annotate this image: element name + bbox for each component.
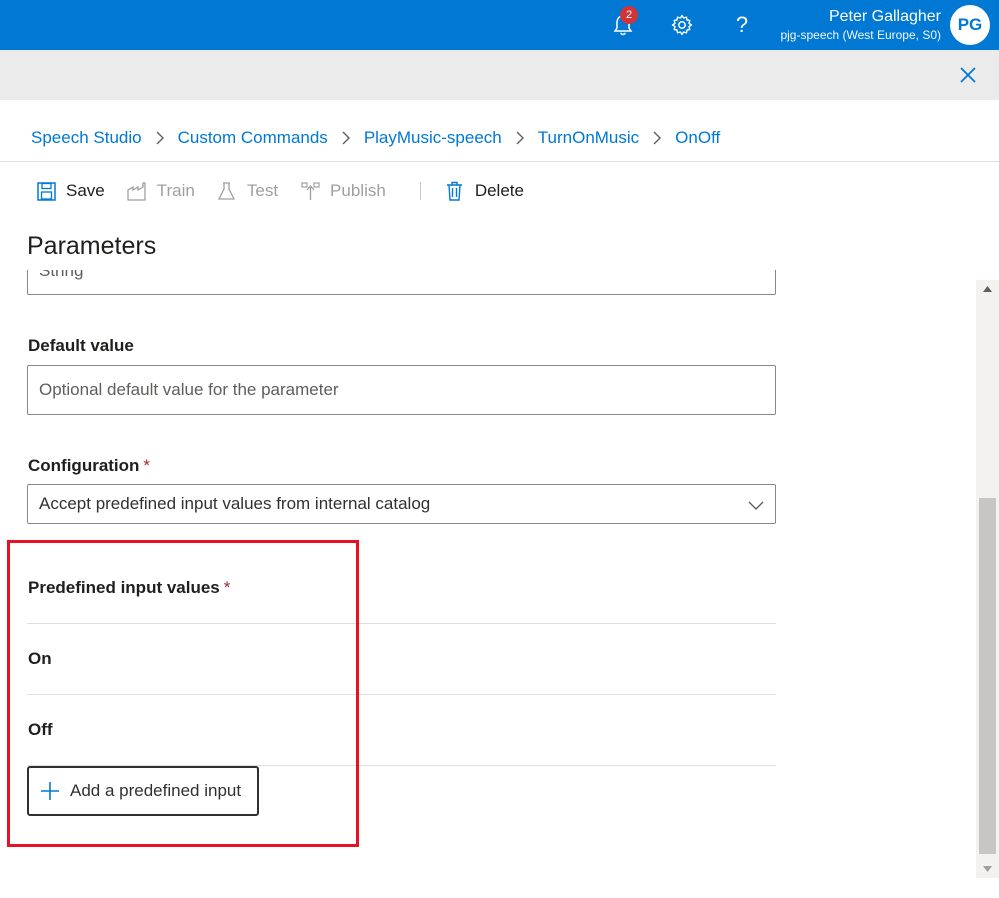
train-label: Train [156, 181, 195, 200]
type-field-value: String [39, 270, 84, 280]
publish-icon [300, 181, 320, 201]
breadcrumb-item-custom-commands[interactable]: Custom Commands [178, 128, 328, 148]
avatar[interactable]: PG [950, 5, 990, 45]
notifications-button[interactable]: 2 [608, 6, 638, 40]
settings-button[interactable] [667, 10, 697, 40]
page-title: Parameters [27, 232, 157, 260]
delete-button[interactable]: Delete [445, 181, 524, 201]
gear-icon [671, 14, 693, 36]
vertical-scrollbar[interactable] [976, 280, 999, 878]
breadcrumb-item-speech-studio[interactable]: Speech Studio [31, 128, 142, 148]
default-value-label: Default value [28, 336, 134, 355]
toolbar-divider [419, 182, 421, 200]
configuration-label-text: Configuration [28, 456, 140, 475]
panel-header-bar [0, 50, 999, 100]
type-field[interactable]: String [27, 270, 776, 295]
train-button[interactable]: Train [127, 181, 195, 201]
configuration-dropdown[interactable]: Accept predefined input values from inte… [27, 484, 776, 524]
resource-name: pjg-speech (West Europe, S0) [780, 28, 941, 42]
breadcrumb-item-project[interactable]: PlayMusic-speech [364, 128, 502, 148]
add-predefined-input-button[interactable]: Add a predefined input [27, 766, 259, 816]
chevron-right-icon [652, 131, 662, 145]
predefined-values-header: Predefined input values * [27, 553, 776, 624]
save-button[interactable]: Save [36, 181, 105, 201]
predefined-values-label: Predefined input values [28, 578, 220, 597]
default-value-input[interactable]: Optional default value for the parameter [27, 365, 776, 415]
predefined-value-text: Off [28, 720, 53, 739]
test-label: Test [246, 181, 279, 200]
caret-down-icon [983, 866, 992, 872]
required-marker: * [143, 456, 151, 475]
chevron-right-icon [155, 131, 165, 145]
close-button[interactable] [957, 64, 979, 86]
scroll-up-button[interactable] [976, 280, 999, 298]
breadcrumb-item-parameter[interactable]: OnOff [675, 128, 720, 148]
test-button[interactable]: Test [217, 181, 278, 201]
parameter-form: String Default value Optional default va… [0, 270, 976, 898]
user-name: Peter Gallagher [828, 8, 941, 25]
configuration-label: Configuration * [28, 456, 150, 476]
caret-up-icon [983, 286, 992, 292]
publish-button[interactable]: Publish [300, 181, 386, 201]
notification-count-badge: 2 [620, 6, 638, 24]
publish-label: Publish [330, 181, 386, 200]
save-label: Save [66, 181, 105, 200]
required-marker: * [223, 578, 231, 597]
train-icon [127, 181, 147, 201]
scrollbar-thumb[interactable] [979, 498, 996, 854]
scroll-down-button[interactable] [976, 860, 999, 878]
help-button[interactable]: ? [727, 10, 757, 40]
breadcrumb-item-command[interactable]: TurnOnMusic [538, 128, 639, 148]
breadcrumb: Speech Studio Custom Commands PlayMusic-… [31, 126, 720, 150]
chevron-right-icon [515, 131, 525, 145]
default-value-placeholder: Optional default value for the parameter [39, 380, 339, 399]
add-predefined-input-label: Add a predefined input [70, 781, 242, 800]
breadcrumb-divider [0, 161, 999, 162]
predefined-value-text: On [28, 649, 52, 668]
save-icon [36, 181, 56, 201]
trash-icon [445, 181, 465, 201]
predefined-value-row[interactable]: Off [27, 695, 776, 766]
chevron-right-icon [341, 131, 351, 145]
chevron-down-icon [748, 501, 764, 510]
predefined-value-row[interactable]: On [27, 624, 776, 695]
configuration-selected-value: Accept predefined input values from inte… [39, 494, 431, 513]
help-icon: ? [735, 12, 749, 37]
command-toolbar: Save Train Test Publish Delete [36, 178, 546, 204]
top-navigation-bar: 2 ? Peter Gallagher pjg-speech (West Eur… [0, 0, 999, 50]
flask-icon [217, 181, 237, 201]
close-icon [960, 67, 976, 83]
delete-label: Delete [474, 181, 524, 200]
account-info[interactable]: Peter Gallagher pjg-speech (West Europe,… [780, 7, 941, 43]
plus-icon [41, 782, 59, 800]
